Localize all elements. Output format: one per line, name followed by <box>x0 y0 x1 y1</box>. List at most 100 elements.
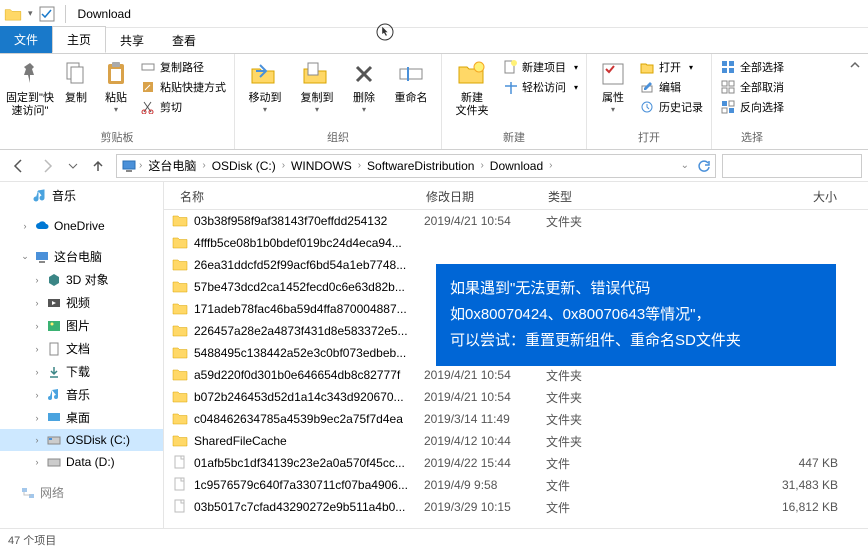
folder-icon <box>172 323 188 339</box>
pin-button[interactable]: 固定到"快 速访问" <box>6 56 54 118</box>
cut-button[interactable]: 剪切 <box>138 98 228 116</box>
moveto-button[interactable]: 移动到▾ <box>241 56 289 114</box>
nav-pane[interactable]: 音乐 ›OneDrive ⌄这台电脑 ›3D 对象 ›视频 ›图片 ›文档 ›下… <box>0 182 164 528</box>
folder-icon <box>172 367 188 383</box>
open-button[interactable]: 打开▾ <box>637 58 705 76</box>
bc-windows[interactable]: WINDOWS <box>287 159 356 173</box>
file-type: 文件夹 <box>546 411 644 428</box>
bc-thispc[interactable]: 这台电脑 <box>144 157 200 174</box>
tab-file[interactable]: 文件 <box>0 26 52 53</box>
nav-music2[interactable]: ›音乐 <box>0 383 163 406</box>
folder-icon <box>4 7 22 21</box>
folder-icon <box>172 389 188 405</box>
file-row[interactable]: SharedFileCache2019/4/12 10:44文件夹 <box>164 430 868 452</box>
history-button[interactable]: 历史记录 <box>637 98 705 116</box>
tab-home[interactable]: 主页 <box>52 26 106 53</box>
file-row[interactable]: c048462634785a4539b9ec2a75f7d4ea2019/3/1… <box>164 408 868 430</box>
nav-music[interactable]: 音乐 <box>0 184 163 207</box>
tab-share[interactable]: 共享 <box>106 28 158 53</box>
file-type: 文件夹 <box>546 213 644 230</box>
nav-onedrive[interactable]: ›OneDrive <box>0 215 163 237</box>
nav-documents[interactable]: ›文档 <box>0 337 163 360</box>
group-organize: 移动到▾ 复制到▾ 删除▾ 重命名 组织 <box>235 54 442 149</box>
folder-icon <box>172 433 188 449</box>
file-row[interactable]: 1c9576579c640f7a330711cf07ba4906...2019/… <box>164 474 868 496</box>
edit-button[interactable]: 编辑 <box>637 78 705 96</box>
col-date[interactable]: 修改日期 <box>418 182 540 209</box>
nav-osdisk[interactable]: ›OSDisk (C:) <box>0 429 163 451</box>
col-name[interactable]: 名称 <box>164 182 418 209</box>
ribbon-collapse-icon[interactable] <box>848 58 862 72</box>
selectall-button[interactable]: 全部选择 <box>718 58 786 76</box>
selectall-icon <box>720 59 736 75</box>
address-bar: › 这台电脑› OSDisk (C:)› WINDOWS› SoftwareDi… <box>0 150 868 182</box>
file-name: b072b246453d52d1a14c343d920670... <box>194 390 424 404</box>
qat-checkbox-icon[interactable] <box>39 6 55 22</box>
file-name: 5488495c138442a52e3c0bf073edbeb... <box>194 346 424 360</box>
invert-button[interactable]: 反向选择 <box>718 98 786 116</box>
rename-button[interactable]: 重命名 <box>387 56 435 105</box>
paste-icon <box>100 58 132 90</box>
file-type: 文件夹 <box>546 367 644 384</box>
file-row[interactable]: 4fffb5ce08b1b0bdef019bc24d4eca94... <box>164 232 868 254</box>
file-row[interactable]: b072b246453d52d1a14c343d920670...2019/4/… <box>164 386 868 408</box>
nav-desktop[interactable]: ›桌面 <box>0 406 163 429</box>
file-row[interactable]: 03b38f958f9af38143f70effdd2541322019/4/2… <box>164 210 868 232</box>
up-button[interactable] <box>86 154 110 178</box>
nav-thispc[interactable]: ⌄这台电脑 <box>0 245 163 268</box>
recent-dropdown[interactable] <box>66 154 80 178</box>
file-row[interactable]: 01afb5bc1df34139c23e2a0a570f45cc...2019/… <box>164 452 868 474</box>
paste-button[interactable]: 粘贴 ▾ <box>98 56 134 114</box>
copyto-button[interactable]: 复制到▾ <box>293 56 341 114</box>
rename-icon <box>395 58 427 90</box>
file-row[interactable]: 03b5017c7cfad43290272e9b511a4b0...2019/3… <box>164 496 868 518</box>
nav-videos[interactable]: ›视频 <box>0 291 163 314</box>
forward-button[interactable] <box>36 154 60 178</box>
tab-view[interactable]: 查看 <box>158 28 210 53</box>
col-type[interactable]: 类型 <box>540 182 638 209</box>
group-clipboard: 固定到"快 速访问" 复制 粘贴 ▾ 复制路径 粘贴快捷方式 剪切 剪贴板 <box>0 54 235 149</box>
breadcrumb-dropdown[interactable]: ⌄ <box>681 160 689 171</box>
easyaccess-button[interactable]: 轻松访问▾ <box>500 78 580 96</box>
file-name: 01afb5bc1df34139c23e2a0a570f45cc... <box>194 456 424 470</box>
nav-downloads[interactable]: ›下载 <box>0 360 163 383</box>
selectnone-button[interactable]: 全部取消 <box>718 78 786 96</box>
network-icon <box>20 485 36 501</box>
file-type: 文件 <box>546 499 644 516</box>
back-button[interactable] <box>6 154 30 178</box>
pc-icon <box>34 249 50 265</box>
nav-network[interactable]: 网络 <box>0 481 163 504</box>
bc-download[interactable]: Download <box>486 159 547 173</box>
copypath-button[interactable]: 复制路径 <box>138 58 228 76</box>
properties-button[interactable]: 属性▾ <box>593 56 633 114</box>
delete-button[interactable]: 删除▾ <box>345 56 383 114</box>
nav-datad[interactable]: ›Data (D:) <box>0 451 163 473</box>
file-list[interactable]: 03b38f958f9af38143f70effdd2541322019/4/2… <box>164 210 868 528</box>
cut-icon <box>140 99 156 115</box>
status-bar: 47 个项目 <box>0 528 868 550</box>
bc-sd[interactable]: SoftwareDistribution <box>363 159 478 173</box>
path-icon <box>140 59 156 75</box>
search-input[interactable]: 搜索"Download" <box>722 154 862 178</box>
delete-icon <box>348 58 380 90</box>
newitem-button[interactable]: 新建项目▾ <box>500 58 580 76</box>
item-count: 47 个项目 <box>8 532 56 548</box>
file-date: 2019/4/9 9:58 <box>424 478 546 492</box>
pasteshortcut-button[interactable]: 粘贴快捷方式 <box>138 78 228 96</box>
copy-button[interactable]: 复制 <box>58 56 94 105</box>
newitem-icon <box>502 59 518 75</box>
col-size[interactable]: 大小 <box>638 182 868 209</box>
title-bar: ▾ Download <box>0 0 868 28</box>
bc-osdisk[interactable]: OSDisk (C:) <box>208 159 280 173</box>
file-row[interactable]: a59d220f0d301b0e646654db8c82777f2019/4/2… <box>164 364 868 386</box>
folder-icon <box>172 257 188 273</box>
file-date: 2019/3/29 10:15 <box>424 500 546 514</box>
quick-access-toolbar: ▾ <box>4 5 70 23</box>
nav-pictures[interactable]: ›图片 <box>0 314 163 337</box>
breadcrumb[interactable]: › 这台电脑› OSDisk (C:)› WINDOWS› SoftwareDi… <box>116 154 716 178</box>
newfolder-button[interactable]: 新建 文件夹 <box>448 56 496 118</box>
qat-dropdown-icon[interactable]: ▾ <box>28 8 33 19</box>
folder-icon <box>172 411 188 427</box>
refresh-button[interactable] <box>697 159 711 173</box>
nav-3dobjects[interactable]: ›3D 对象 <box>0 268 163 291</box>
